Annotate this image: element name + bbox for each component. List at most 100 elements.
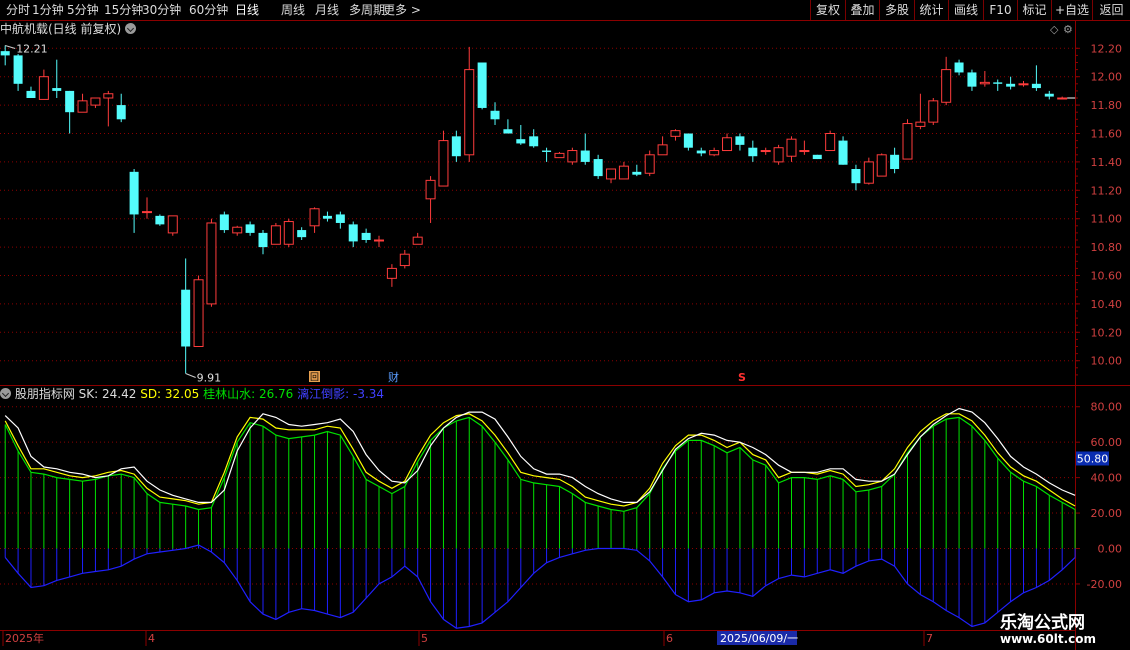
s-marker: S (738, 371, 746, 384)
candle-body (902, 123, 913, 160)
gear-icon: ⚙ (1063, 23, 1073, 36)
candle-body (77, 100, 88, 113)
current-value-tag: 50.80 (1077, 452, 1109, 465)
candle-body (193, 279, 204, 348)
candle-body (993, 82, 1003, 84)
candle-body (618, 165, 629, 180)
candle-body (129, 171, 139, 215)
candle-body (593, 159, 603, 177)
candle-body (490, 110, 500, 120)
ind-tick-label: 40.00 (1091, 472, 1123, 485)
candle-body (90, 97, 101, 106)
candle-body (941, 69, 952, 103)
candle-body (863, 161, 874, 184)
price-tick-label: 10.60 (1091, 270, 1123, 283)
price-tick-label: 10.00 (1091, 355, 1123, 368)
candle-body (335, 214, 345, 223)
candle-body (928, 100, 939, 123)
candle-body (838, 140, 848, 165)
candle-body (632, 171, 642, 175)
candle-body (567, 150, 578, 163)
candle-body (464, 69, 475, 156)
date-cursor-label: 2025/06/09/一 (720, 632, 798, 645)
ind-tick-label: -20.00 (1087, 578, 1122, 591)
watermark-title: 乐淘公式网 (1000, 613, 1085, 633)
candle-body (670, 130, 681, 137)
candle-body (116, 105, 126, 120)
candle-body (786, 138, 797, 157)
candle-body (876, 154, 887, 177)
candle-body (554, 152, 565, 159)
candle-body (13, 55, 23, 84)
candle-body (245, 224, 255, 233)
candle-body (297, 230, 307, 238)
candle-body (1044, 93, 1054, 97)
candle-body (606, 168, 617, 180)
date-label: 7 (926, 632, 933, 645)
candle-body (812, 154, 822, 160)
glss-line (4, 416, 1076, 512)
candle-body (425, 179, 436, 200)
candle-body (657, 144, 668, 156)
candle-body (851, 169, 861, 184)
price-tick-label: 12.00 (1091, 71, 1123, 84)
candle-body (103, 93, 114, 99)
candle-body (206, 222, 217, 305)
candle-body (181, 289, 191, 347)
candle-body (1006, 83, 1016, 87)
price-tick-label: 10.80 (1091, 241, 1123, 254)
candle-body (979, 81, 990, 85)
candle-body (219, 214, 229, 231)
candle-body (155, 215, 165, 225)
candle-body (374, 239, 385, 242)
candle-body (283, 221, 294, 245)
candle-body (890, 154, 900, 169)
candle-body (0, 51, 10, 56)
ind-tick-label: 60.00 (1091, 436, 1123, 449)
candle-body (412, 236, 423, 245)
candle-body (709, 150, 720, 156)
diamond-icon: ◇ (1050, 23, 1059, 36)
watermark-url: www.60lt.com (1000, 632, 1097, 646)
date-label: 5 (421, 632, 428, 645)
cai-marker: 财 (388, 370, 399, 384)
price-tick-label: 11.00 (1091, 213, 1123, 226)
candle-body (451, 136, 461, 157)
candle-body (167, 215, 178, 234)
price-high-label: 12.21 (16, 42, 48, 55)
candle-body (1031, 83, 1041, 89)
hui-marker-text: 回 (310, 372, 319, 383)
candle-body (386, 267, 397, 279)
candle-body (516, 139, 526, 144)
candle-body (915, 121, 926, 127)
lj-line (4, 544, 1076, 629)
candle-body (270, 225, 281, 245)
candle-body (644, 154, 655, 174)
price-tick-label: 11.20 (1091, 184, 1123, 197)
candle-body (722, 137, 733, 152)
candle-body (683, 133, 693, 148)
ind-tick-label: 80.00 (1091, 401, 1123, 414)
price-tick-label: 10.20 (1091, 326, 1123, 339)
candle-body (967, 72, 977, 87)
candle-body (503, 129, 513, 134)
candle-body (696, 150, 706, 154)
candle-body (361, 232, 371, 240)
price-low-label: 9.91 (197, 371, 222, 384)
date-label: 4 (148, 632, 155, 645)
candle-body (348, 224, 358, 242)
candle-body (399, 253, 410, 267)
candle-body (760, 150, 771, 153)
candle-body (773, 147, 784, 163)
ind-tick-label: 20.00 (1091, 507, 1123, 520)
price-tick-label: 11.60 (1091, 128, 1123, 141)
date-label: 2025年 (5, 631, 44, 645)
candle-body (954, 62, 964, 73)
candle-body (322, 215, 332, 219)
chart-canvas[interactable]: 12.20 12.00 11.80 11.60 11.40 11.20 11.00 10.80… (0, 0, 1130, 650)
price-tick-label: 11.40 (1091, 156, 1123, 169)
high-leader (5, 44, 16, 49)
sd-line (4, 407, 1076, 503)
candle-body (141, 211, 152, 214)
price-tick-label: 10.40 (1091, 298, 1123, 311)
